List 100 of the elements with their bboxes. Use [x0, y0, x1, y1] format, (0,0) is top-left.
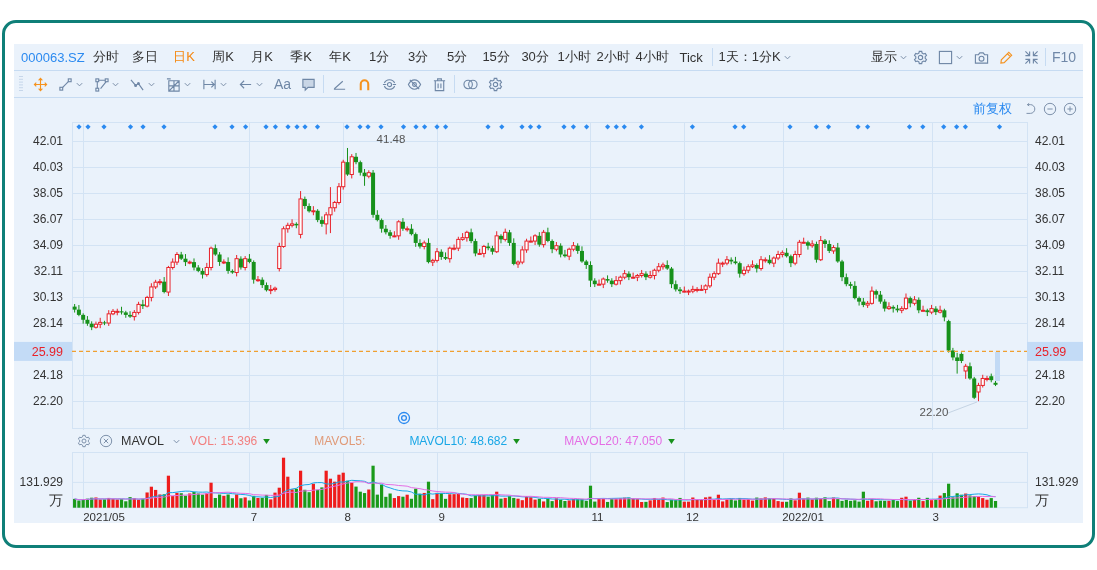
event-marker-icon[interactable]: [689, 124, 695, 130]
range-dropdown[interactable]: 1天：1分K: [718, 44, 792, 70]
event-marker-icon[interactable]: [302, 124, 308, 130]
event-marker-icon[interactable]: [638, 124, 644, 130]
period-tab[interactable]: 5分: [437, 44, 477, 70]
period-tab[interactable]: Tick: [671, 44, 711, 70]
legend-label: VOL: 15.396: [189, 434, 258, 448]
price-axis-label: 38.05: [1035, 186, 1066, 200]
target-icon[interactable]: [397, 411, 411, 425]
event-marker-icon[interactable]: [212, 124, 218, 130]
event-marker-icon[interactable]: [85, 124, 91, 130]
event-marker-icon[interactable]: [621, 124, 627, 130]
event-marker-icon[interactable]: [422, 124, 428, 130]
period-tab[interactable]: 1分: [359, 44, 399, 70]
event-marker-icon[interactable]: [787, 124, 793, 130]
event-marker-icon[interactable]: [996, 124, 1003, 130]
event-marker-icon[interactable]: [140, 124, 146, 130]
legend-label: MAVOL20: 47.050: [564, 434, 663, 448]
event-marker-icon[interactable]: [101, 124, 107, 130]
date-axis-label: 3: [932, 511, 939, 523]
event-marker-icon[interactable]: [127, 124, 134, 130]
event-marker-icon[interactable]: [813, 124, 819, 130]
price-axis-label: 36.07: [1035, 212, 1066, 227]
period-tab[interactable]: 4小时: [632, 44, 672, 70]
settings-icon: [77, 434, 91, 448]
settings-icon: [488, 76, 504, 92]
period-tab[interactable]: 分时: [86, 44, 126, 70]
candlestick: [345, 147, 350, 177]
event-marker-icon[interactable]: [741, 124, 747, 130]
candlestick: [324, 211, 329, 235]
event-marker-icon[interactable]: [378, 124, 384, 130]
candlestick: [669, 266, 674, 289]
event-marker-icon[interactable]: [443, 124, 449, 130]
line-segment-icon: [58, 76, 73, 92]
move-icon: [33, 76, 48, 92]
event-marker-icon[interactable]: [365, 124, 371, 130]
price-axis-label: 28.14: [32, 316, 63, 331]
price-axis-label: 30.13: [1035, 290, 1066, 305]
event-marker-icon[interactable]: [584, 124, 590, 130]
candlestick: [234, 254, 239, 277]
event-marker-icon[interactable]: [536, 124, 542, 130]
event-marker-icon[interactable]: [865, 124, 871, 130]
event-marker-icon[interactable]: [527, 124, 534, 130]
event-marker-icon[interactable]: [855, 124, 861, 130]
period-tab[interactable]: 15分: [476, 44, 516, 70]
event-marker-icon[interactable]: [243, 124, 249, 130]
leader-line: [947, 401, 978, 414]
indicator-dropdown[interactable]: MAVOL: [121, 434, 181, 448]
event-marker-icon[interactable]: [485, 124, 491, 130]
event-marker-icon[interactable]: [561, 124, 567, 130]
period-tab[interactable]: 周K: [203, 44, 243, 70]
price-axis-label: 32.11: [33, 264, 63, 279]
event-marker-icon[interactable]: [314, 124, 321, 130]
display-dropdown[interactable]: 显示: [870, 44, 908, 70]
event-marker-icon[interactable]: [962, 124, 968, 130]
period-tab[interactable]: 30分: [515, 44, 555, 70]
candlestick: [938, 305, 943, 314]
price-axis-label: 42.01: [32, 134, 63, 148]
candlestick: [805, 240, 810, 251]
event-marker-icon[interactable]: [499, 124, 505, 130]
event-marker-icon[interactable]: [605, 124, 611, 130]
event-marker-icon[interactable]: [920, 124, 926, 130]
candlestick: [328, 186, 333, 234]
period-tab[interactable]: 2小时: [593, 44, 633, 70]
event-marker-icon[interactable]: [570, 124, 576, 130]
date-axis-label: 11: [591, 511, 604, 523]
zigzag-line-icon: [130, 76, 145, 92]
event-marker-icon[interactable]: [285, 124, 291, 130]
legend-label: MAVOL5:: [314, 434, 366, 448]
period-tab[interactable]: 月K: [242, 44, 282, 70]
event-marker-icon[interactable]: [76, 124, 82, 130]
event-marker-icon[interactable]: [954, 124, 960, 130]
event-marker-icon[interactable]: [906, 124, 913, 130]
current-price-label: 25.99: [1027, 341, 1083, 361]
candlestick: [511, 237, 516, 266]
price-axis-label: 22.20: [1035, 394, 1066, 409]
event-marker-icon[interactable]: [229, 124, 235, 130]
period-tab[interactable]: 1小时: [554, 44, 594, 70]
event-marker-icon[interactable]: [519, 124, 525, 130]
event-marker-icon[interactable]: [400, 124, 407, 130]
candlestick: [238, 255, 243, 271]
period-tab[interactable]: 3分: [398, 44, 438, 70]
event-marker-icon[interactable]: [413, 124, 419, 130]
event-marker-icon[interactable]: [434, 124, 440, 130]
event-marker-icon[interactable]: [272, 124, 278, 130]
event-marker-icon[interactable]: [357, 124, 363, 130]
period-tab[interactable]: 多日: [125, 44, 165, 70]
event-marker-icon[interactable]: [263, 124, 269, 130]
period-tab[interactable]: 季K: [281, 44, 321, 70]
event-marker-icon[interactable]: [294, 124, 300, 130]
candlestick: [319, 215, 324, 228]
event-marker-icon[interactable]: [732, 124, 738, 130]
event-marker-icon[interactable]: [161, 124, 167, 130]
event-marker-icon[interactable]: [825, 124, 832, 130]
volume-axis-label: 131.929: [19, 475, 63, 489]
period-tab[interactable]: 年K: [320, 44, 360, 70]
candlestick: [920, 305, 926, 313]
event-marker-icon[interactable]: [941, 124, 947, 130]
event-marker-icon[interactable]: [344, 124, 350, 130]
event-marker-icon[interactable]: [613, 124, 619, 130]
